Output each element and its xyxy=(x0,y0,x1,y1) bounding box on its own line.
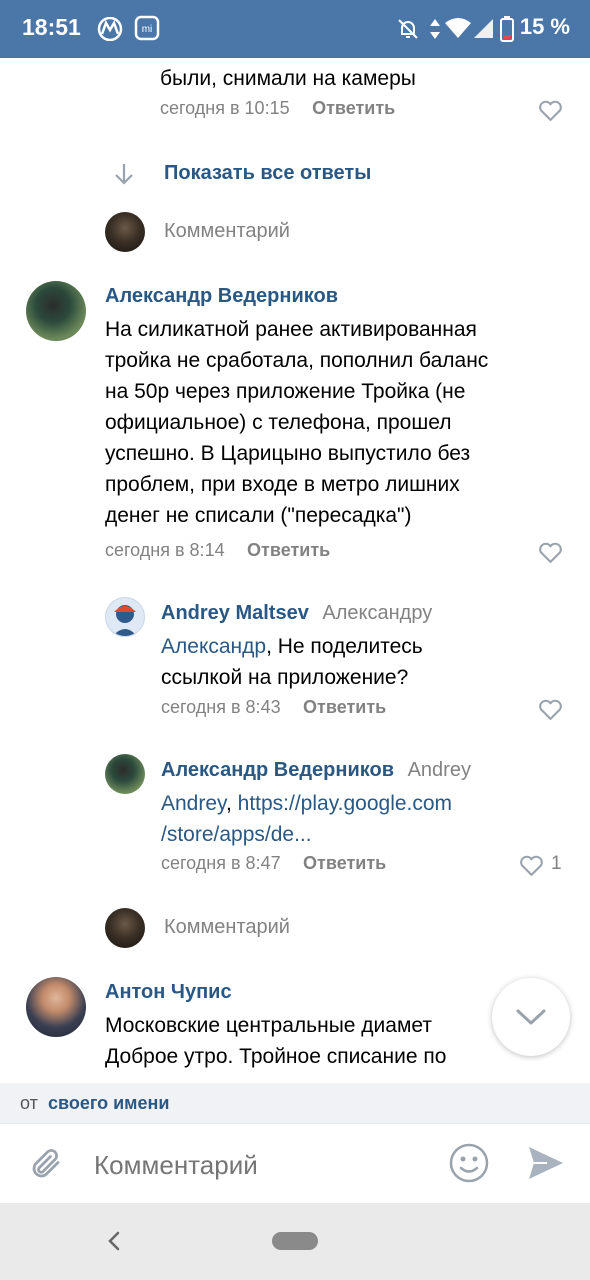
battery-low-icon xyxy=(500,16,514,47)
show-all-replies-button[interactable]: Показать все ответы xyxy=(164,162,371,185)
reply-author[interactable]: Andrey Maltsev xyxy=(161,602,309,624)
comment-text-line: успешно. В Царицыно выпустило без xyxy=(105,442,471,465)
reply-text: Andrey, https://play.google.com /store/a… xyxy=(161,788,452,850)
comment-input-link[interactable]: Комментарий xyxy=(164,220,290,243)
comment-input-bar xyxy=(0,1123,590,1204)
comment-time: сегодня в 8:47 xyxy=(161,853,281,873)
mi-app-icon: mi xyxy=(134,15,160,46)
back-chevron-icon[interactable] xyxy=(104,1229,124,1258)
avatar xyxy=(105,212,145,252)
comment-meta: сегодня в 8:47 Ответить xyxy=(161,853,386,874)
data-arrows-icon xyxy=(428,17,442,46)
reply-to: Александру xyxy=(322,602,433,624)
reply-text-part: , Не поделитесь xyxy=(266,635,423,658)
comment-time: сегодня в 8:14 xyxy=(105,540,225,560)
from-bar: от своего имени xyxy=(0,1083,590,1123)
reply-header: Andrey Maltsev Александру xyxy=(161,602,432,625)
paperclip-icon[interactable] xyxy=(28,1146,64,1187)
reply-button[interactable]: Ответить xyxy=(247,540,330,560)
avatar[interactable] xyxy=(26,281,86,341)
url-link[interactable]: https://play.google.com xyxy=(238,792,452,815)
reply-button[interactable]: Ответить xyxy=(303,853,386,873)
like-heart-icon[interactable] xyxy=(519,854,544,882)
svg-text:mi: mi xyxy=(142,24,153,35)
avatar[interactable] xyxy=(105,754,145,794)
bell-muted-icon xyxy=(396,17,420,46)
comment-text-line: тройка не сработала, пополнил баланс xyxy=(105,349,489,372)
url-link-continued[interactable]: /store/apps/de... xyxy=(161,819,452,850)
send-icon[interactable] xyxy=(527,1145,565,1186)
from-identity-link[interactable]: своего имени xyxy=(48,1093,169,1114)
group-link[interactable]: Московские центральные диамет xyxy=(105,1010,495,1041)
comment-author[interactable]: Александр Ведерников xyxy=(105,285,338,308)
scroll-down-button[interactable] xyxy=(492,978,570,1056)
reply-author[interactable]: Александр Ведерников xyxy=(161,759,394,781)
avatar xyxy=(105,908,145,948)
mention-link[interactable]: Александр xyxy=(161,635,266,658)
comment-text: Доброе утро. Тройное списание по xyxy=(105,1045,447,1068)
comment-meta: сегодня в 8:14 Ответить xyxy=(105,540,330,561)
comment-text-line: денег не списали ("пересадка") xyxy=(105,504,412,527)
emoji-icon[interactable] xyxy=(448,1142,490,1189)
comment-input-link[interactable]: Комментарий xyxy=(164,916,290,939)
mention-link[interactable]: Andrey xyxy=(161,792,226,815)
like-heart-icon[interactable] xyxy=(538,698,563,726)
avatar[interactable] xyxy=(105,597,145,637)
like-heart-icon[interactable] xyxy=(538,99,563,127)
arrow-down-icon xyxy=(113,162,135,191)
comment-text-line: На силикатной ранее активированная xyxy=(105,318,477,341)
reply-button[interactable]: Ответить xyxy=(312,98,395,118)
comment-text-line: проблем, при входе в метро лишних xyxy=(105,473,460,496)
metro-logo-icon xyxy=(96,16,124,46)
from-prefix: от xyxy=(20,1093,38,1113)
signal-icon xyxy=(472,17,494,44)
comment-text-line: официальное) с телефона, прошел xyxy=(105,411,452,434)
comment-meta: сегодня в 10:15 Ответить xyxy=(160,98,395,119)
like-heart-icon[interactable] xyxy=(538,541,563,569)
comment-text: были, снимали на камеры xyxy=(160,67,416,90)
reply-text: Александр, Не поделитесь ссылкой на прил… xyxy=(161,631,423,693)
reply-header: Александр Ведерников Andrey xyxy=(161,759,471,782)
wifi-icon xyxy=(444,17,472,44)
reply-button[interactable]: Ответить xyxy=(303,697,386,717)
system-nav-bar xyxy=(0,1203,590,1280)
comment-time: сегодня в 8:43 xyxy=(161,697,281,717)
comment-time: сегодня в 10:15 xyxy=(160,98,290,118)
comment-author[interactable]: Антон Чупис xyxy=(105,981,232,1004)
status-time: 18:51 xyxy=(22,14,81,40)
comment-text-line: на 50р через приложение Тройка (не xyxy=(105,380,466,403)
reply-text-line: ссылкой на приложение? xyxy=(161,666,409,689)
like-count: 1 xyxy=(551,853,562,874)
comment-meta: сегодня в 8:43 Ответить xyxy=(161,697,386,718)
status-bar: 18:51 mi 15 % xyxy=(0,0,590,58)
home-pill[interactable] xyxy=(272,1232,318,1250)
avatar[interactable] xyxy=(26,977,86,1037)
comment-text: На силикатной ранее активированная тройк… xyxy=(105,314,488,531)
chevron-down-icon xyxy=(515,1007,547,1032)
comment-input[interactable] xyxy=(92,1142,436,1188)
battery-percent: 15 % xyxy=(519,14,570,39)
reply-to: Andrey xyxy=(407,759,471,781)
